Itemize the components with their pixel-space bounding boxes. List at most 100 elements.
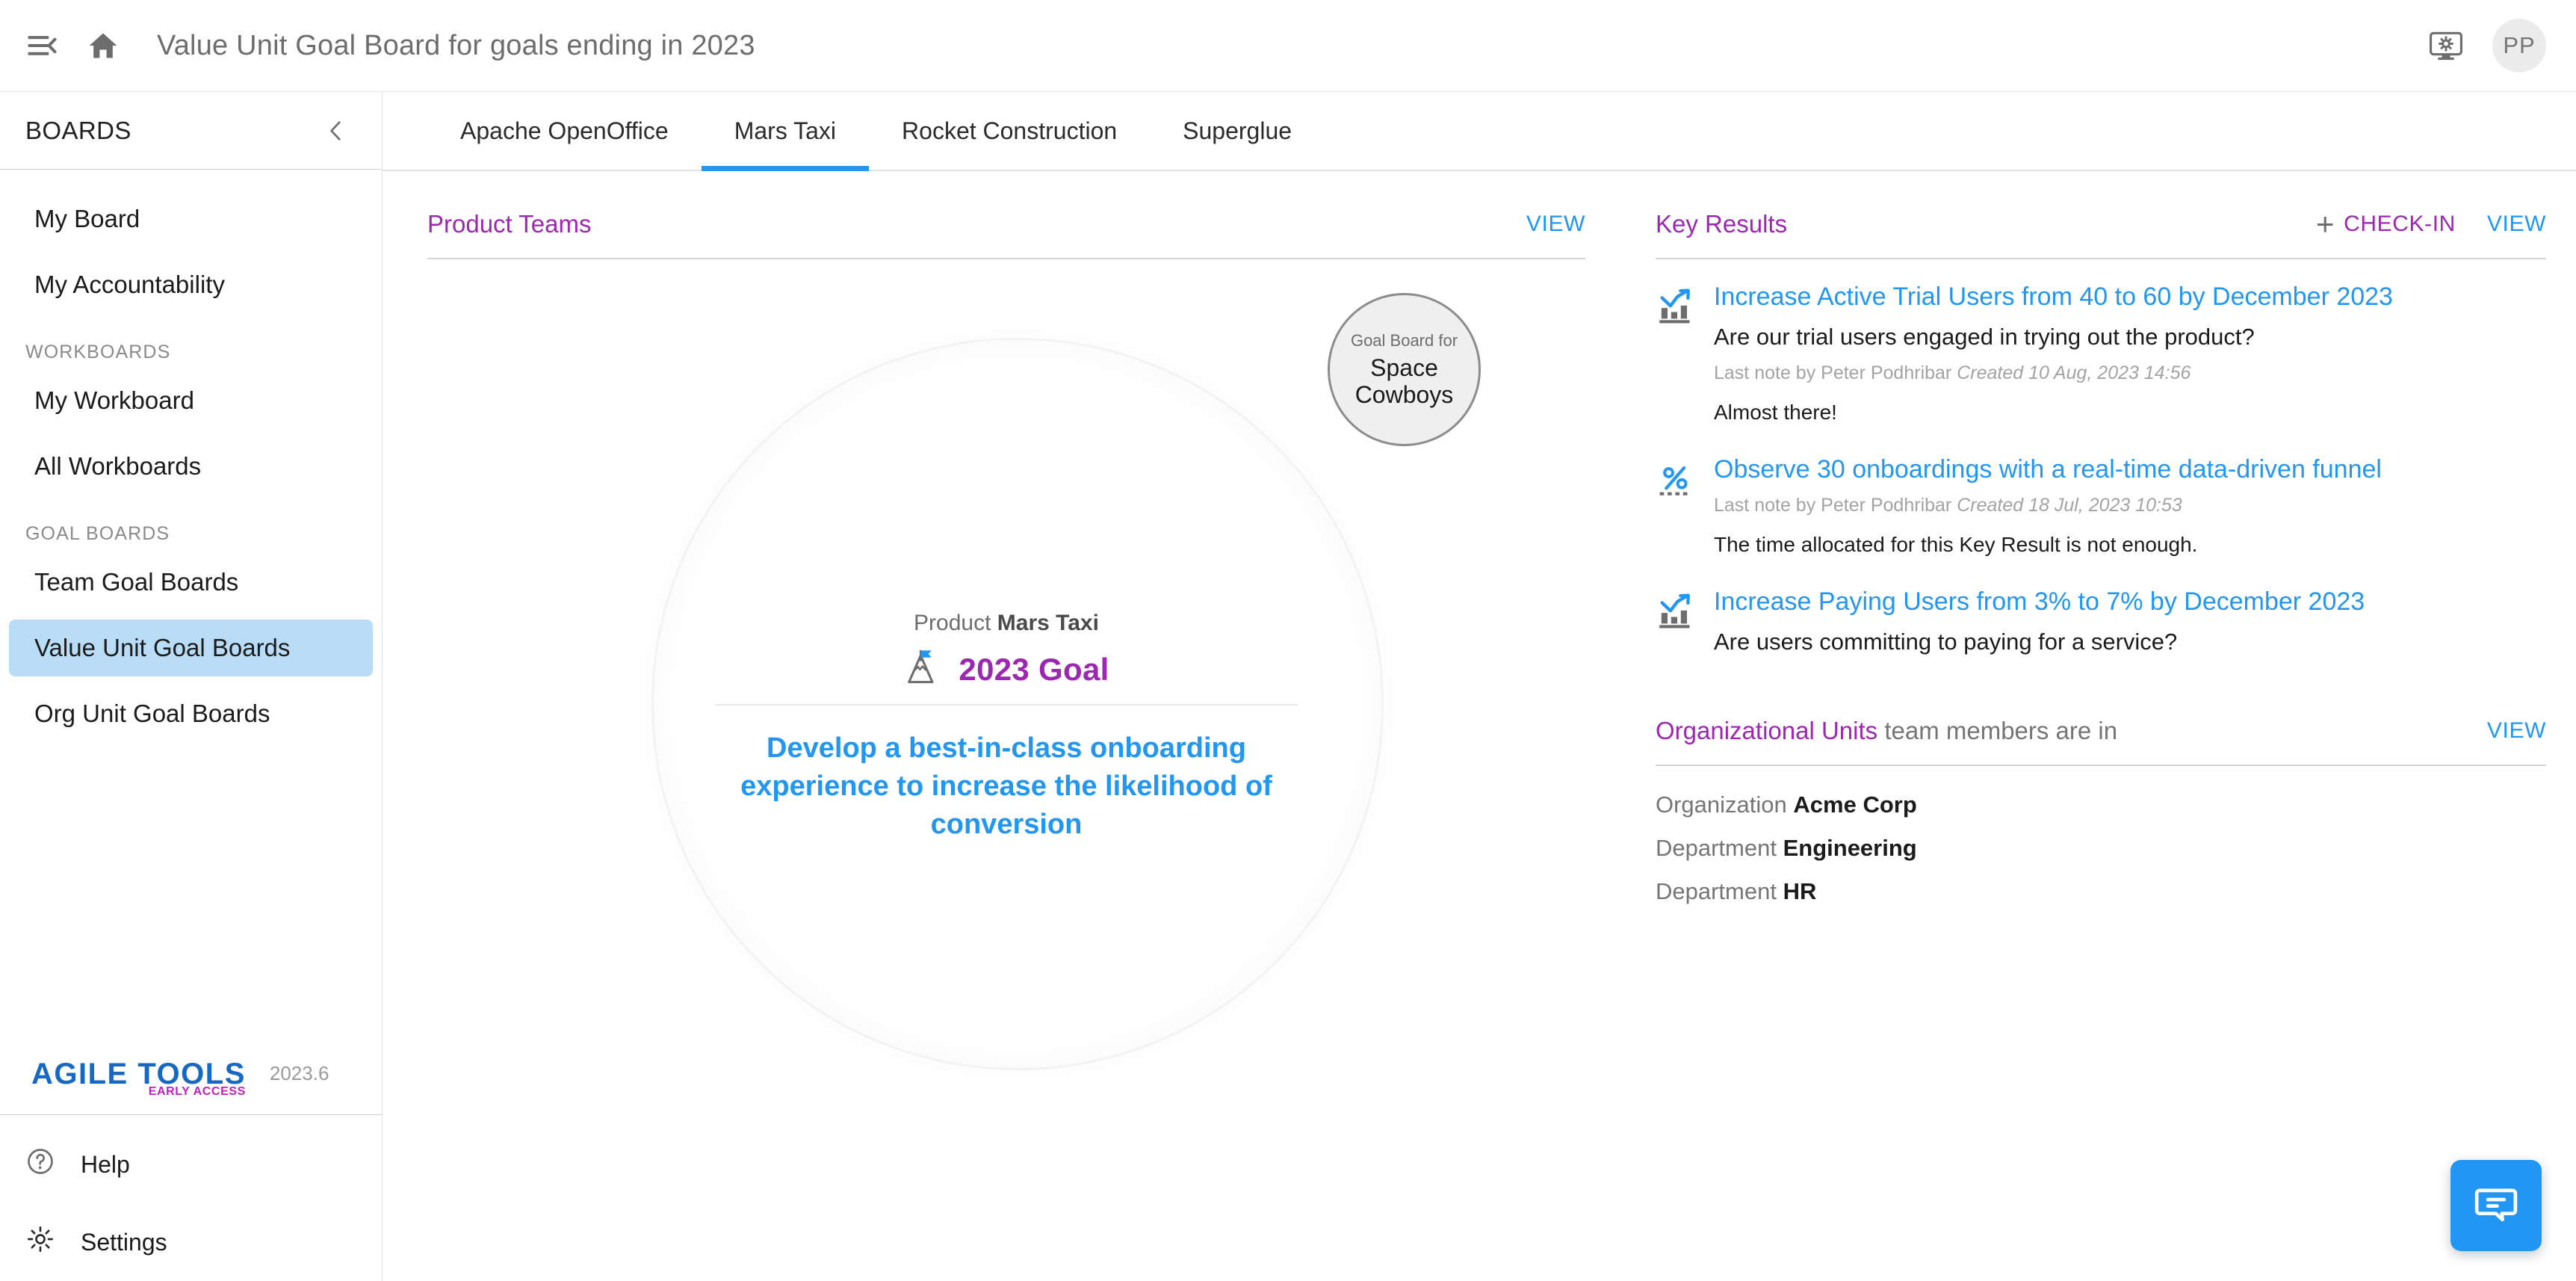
sidebar-item-my-workboard[interactable]: My Workboard [9,372,373,429]
key-result-item: Increase Active Trial Users from 40 to 6… [1656,282,2546,425]
tab-mars-taxi[interactable]: Mars Taxi [701,92,870,171]
main-content: Apache OpenOffice Mars Taxi Rocket Const… [383,91,2576,1281]
sidebar-group-workboards: WORKBOARDS [25,342,171,362]
help-circle-icon [25,1146,55,1182]
product-teams-pane: Product Teams VIEW Goal Board for Space … [383,171,1630,1281]
tab-superglue[interactable]: Superglue [1150,92,1325,170]
menu-collapse-icon[interactable] [21,25,63,67]
key-result-note-meta: Last note by Peter Podhribar Created 18 … [1714,495,2546,516]
org-units-title: Organizational Units team members are in [1656,717,2117,745]
key-result-item: Increase Paying Users from 3% to 7% by D… [1656,587,2546,667]
app-logo: AGILE TOOLS EARLY ACCESS 2023.6 [0,1033,382,1115]
app-version: 2023.6 [269,1062,329,1084]
plus-icon: + [2315,206,2335,241]
sidebar-item-label: My Board [34,205,140,232]
sidebar-item-label: Settings [81,1228,167,1256]
goal-statement[interactable]: Develop a best-in-class onboarding exper… [715,729,1298,844]
sidebar-header: BOARDS [0,92,382,170]
tab-label: Apache OpenOffice [460,117,669,144]
tab-bar: Apache OpenOffice Mars Taxi Rocket Const… [383,92,2576,171]
goal-year-row: 2023 Goal [715,646,1298,692]
node-name: Space Cowboys [1354,354,1454,408]
key-result-title[interactable]: Increase Active Trial Users from 40 to 6… [1714,282,2546,312]
org-units-header: Organizational Units team members are in… [1656,697,2546,766]
check-in-button[interactable]: + CHECK-IN [2316,209,2456,240]
mountain-flag-icon [903,646,945,692]
key-result-note-meta: Last note by Peter Podhribar Created 10 … [1714,362,2546,384]
sidebar-item-label: All Workboards [34,452,202,480]
key-result-title[interactable]: Increase Paying Users from 3% to 7% by D… [1714,587,2546,617]
avatar[interactable]: PP [2492,19,2546,72]
key-result-note: Almost there! [1714,400,1837,424]
key-result-question: Are users committing to paying for a ser… [1714,629,2178,655]
chat-button[interactable] [2450,1160,2542,1251]
key-result-item: Observe 30 onboardings with a real-time … [1656,454,2546,558]
org-unit-value: Acme Corp [1793,791,1917,818]
percent-icon [1656,454,1697,558]
app-root: Value Unit Goal Board for goals ending i… [0,0,2576,1281]
sidebar-item-my-accountability[interactable]: My Accountability [9,256,373,313]
org-unit-label: Organization [1656,791,1787,818]
chevron-left-icon[interactable] [318,112,355,149]
logo-name: AGILE TOOLS [31,1057,246,1090]
sidebar-footer: Help Settings [0,1115,382,1281]
key-result-note: The time allocated for this Key Result i… [1714,533,2198,557]
top-bar-left: Value Unit Goal Board for goals ending i… [21,25,755,67]
org-unit-value: HR [1783,877,1817,904]
key-results-actions: + CHECK-IN VIEW [2316,209,2546,240]
goal-board-node[interactable]: Goal Board for Space Cowboys [1328,293,1481,446]
goal-product-line: Product Mars Taxi [715,611,1298,636]
org-unit-row: Department Engineering [1656,835,2546,862]
goal-product-name: Mars Taxi [997,611,1099,635]
goal-block: Product Mars Taxi 2023 Goal Develop a be… [715,611,1298,844]
sidebar-item-team-goal-boards[interactable]: Team Goal Boards [9,554,373,611]
sidebar-item-org-unit-goal-boards[interactable]: Org Unit Goal Boards [9,685,373,742]
key-result-body: Increase Active Trial Users from 40 to 6… [1714,282,2546,425]
sidebar-item-label: My Workboard [34,386,194,414]
key-results-list: Increase Active Trial Users from 40 to 6… [1656,259,2546,667]
goal-divider [715,704,1298,706]
key-results-header: Key Results + CHECK-IN VIEW [1656,191,2546,259]
goal-product-label: Product [914,611,991,635]
check-in-label: CHECK-IN [2344,212,2456,236]
monitor-gear-icon[interactable] [2425,25,2467,67]
key-results-title: Key Results [1656,210,1788,238]
org-unit-label: Department [1656,834,1777,861]
sidebar-item-label: My Accountability [34,271,225,298]
org-units-list: Organization Acme Corp Department Engine… [1656,766,2546,905]
key-results-view-link[interactable]: VIEW [2487,212,2546,237]
sidebar-item-my-board[interactable]: My Board [9,191,373,247]
org-units-subtitle: team members are in [1884,716,2118,744]
key-result-note-created: Created 18 Jul, 2023 10:53 [1957,495,2182,516]
key-results-pane: Key Results + CHECK-IN VIEW Increase Act… [1630,171,2576,1281]
org-unit-row: Department HR [1656,878,2546,905]
top-bar: Value Unit Goal Board for goals ending i… [0,0,2576,91]
tab-label: Superglue [1183,117,1292,144]
sidebar-item-settings[interactable]: Settings [0,1203,382,1281]
bar-chart-trend-icon [1656,282,1697,425]
sidebar-item-value-unit-goal-boards[interactable]: Value Unit Goal Boards [9,620,373,676]
org-unit-label: Department [1656,877,1777,904]
product-teams-header: Product Teams VIEW [427,191,1585,259]
key-result-body: Increase Paying Users from 3% to 7% by D… [1714,587,2546,667]
org-units-title-accent: Organizational Units [1656,716,1878,744]
sidebar-item-all-workboards[interactable]: All Workboards [9,438,373,495]
sidebar-header-title: BOARDS [25,116,131,144]
key-result-note-created: Created 10 Aug, 2023 14:56 [1957,362,2191,383]
body: BOARDS My Board My Accountability WORKBO… [0,91,2576,1281]
tab-apache-openoffice[interactable]: Apache OpenOffice [427,92,702,170]
product-teams-title: Product Teams [427,210,592,238]
sidebar-group-goal-boards: GOAL BOARDS [25,523,170,544]
key-result-title[interactable]: Observe 30 onboardings with a real-time … [1714,454,2546,485]
goal-canvas: Goal Board for Space Cowboys Product Mar… [427,259,1585,1179]
sidebar-item-help[interactable]: Help [0,1126,382,1203]
tab-rocket-construction[interactable]: Rocket Construction [869,92,1150,170]
tab-label: Mars Taxi [734,117,837,144]
content-panes: Product Teams VIEW Goal Board for Space … [383,171,2576,1281]
goal-year-label: 2023 Goal [959,651,1109,687]
bar-chart-trend-icon [1656,587,1697,667]
org-unit-value: Engineering [1783,834,1917,861]
org-units-view-link[interactable]: VIEW [2487,718,2546,744]
product-teams-view-link[interactable]: VIEW [1526,212,1585,237]
home-icon[interactable] [82,25,124,67]
